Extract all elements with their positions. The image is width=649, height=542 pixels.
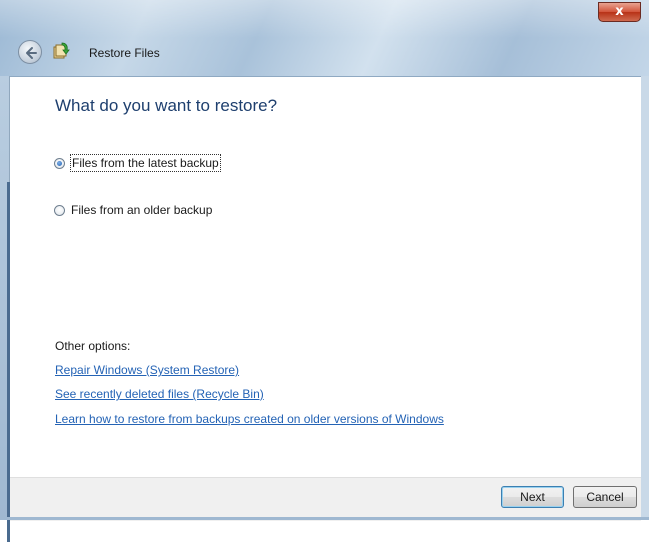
option-label-older-backup: Files from an older backup — [71, 203, 213, 217]
title-bar: x Restore Files — [0, 0, 649, 77]
cancel-button[interactable]: Cancel — [573, 486, 637, 508]
back-arrow-icon — [26, 47, 37, 59]
restore-files-icon — [53, 42, 70, 59]
window-title: Restore Files — [89, 46, 160, 60]
link-recycle-bin[interactable]: See recently deleted files (Recycle Bin) — [55, 387, 264, 401]
page-heading: What do you want to restore? — [55, 96, 278, 115]
next-button[interactable]: Next — [501, 486, 564, 508]
close-icon: x — [615, 4, 624, 19]
option-label-latest-backup: Files from the latest backup — [70, 154, 221, 172]
link-older-windows-backups[interactable]: Learn how to restore from backups create… — [55, 412, 444, 426]
radio-latest-backup[interactable] — [54, 157, 65, 169]
content-panel: What do you want to restore? Files from … — [10, 77, 641, 477]
left-window-frame — [0, 76, 10, 542]
restore-files-window: x Restore Files What do you want to rest… — [0, 0, 649, 542]
back-button[interactable] — [18, 40, 42, 64]
link-system-restore[interactable]: Repair Windows (System Restore) — [55, 363, 239, 377]
close-button[interactable]: x — [598, 2, 641, 22]
option-older-backup[interactable]: Files from an older backup — [54, 201, 213, 219]
option-latest-backup[interactable]: Files from the latest backup — [54, 154, 221, 172]
radio-older-backup[interactable] — [54, 204, 65, 216]
right-window-frame — [640, 76, 649, 520]
button-bar: Next Cancel — [10, 477, 641, 521]
other-options-label: Other options: — [55, 339, 131, 353]
